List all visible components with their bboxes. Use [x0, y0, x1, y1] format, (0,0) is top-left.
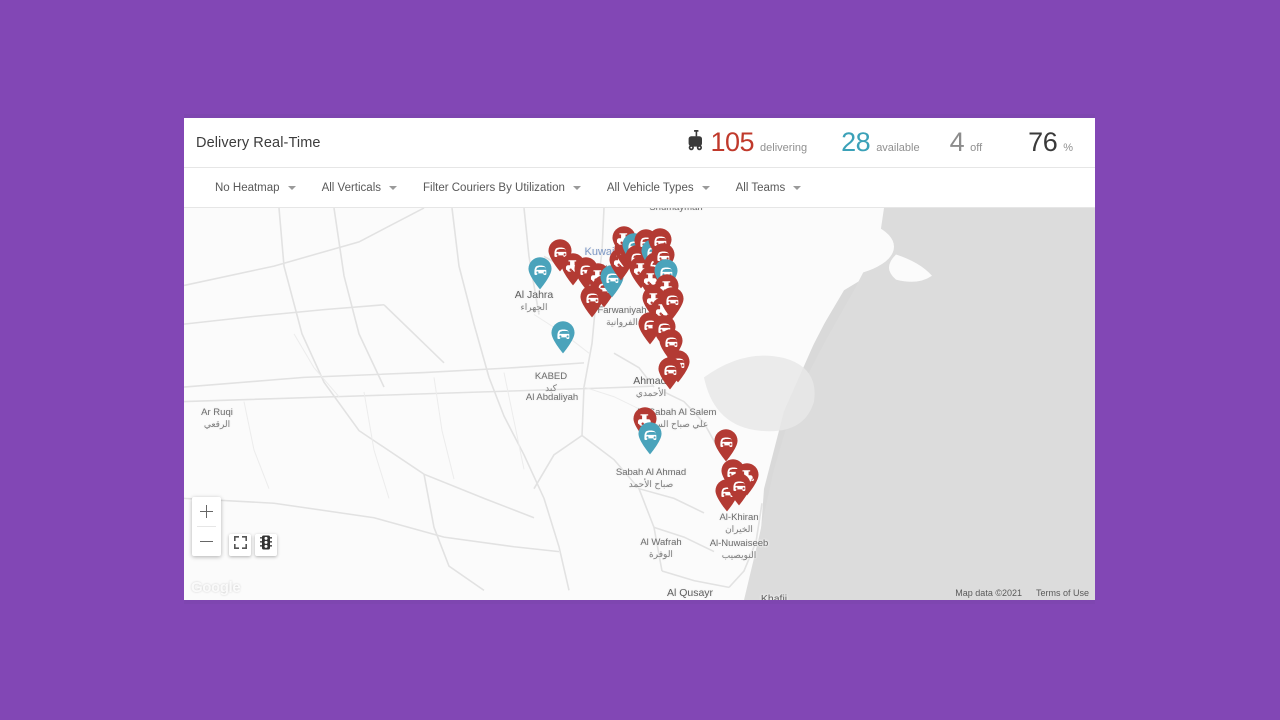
page-title: Delivery Real-Time — [196, 134, 321, 151]
zoom-out-button[interactable] — [192, 527, 221, 556]
terms-of-use-link[interactable]: Terms of Use — [1036, 588, 1089, 598]
chevron-down-icon — [701, 185, 710, 190]
map-attribution: Map data ©2021 Terms of Use — [955, 588, 1089, 598]
stat-delivering-value: 105 — [710, 127, 755, 157]
stat-available: 28 available — [841, 127, 919, 158]
stat-off-label: off — [970, 142, 983, 154]
chevron-down-icon — [287, 185, 296, 190]
filter-verticals-label: All Verticals — [321, 181, 381, 194]
stat-delivering-label: delivering — [760, 142, 808, 154]
filter-vehicle-types[interactable]: All Vehicle Types — [607, 182, 710, 194]
stat-available-label: available — [876, 142, 920, 154]
zoom-controls — [192, 497, 221, 556]
filter-verticals[interactable]: All Verticals — [322, 182, 397, 194]
filter-utilization[interactable]: Filter Couriers By Utilization — [423, 182, 581, 194]
stats-summary: 105 delivering 28 available 4 off 76 % — [688, 127, 1083, 158]
fullscreen-icon — [233, 536, 247, 554]
stat-percent-value: 76 — [1028, 127, 1058, 157]
chevron-down-icon — [793, 185, 802, 190]
app-window: Delivery Real-Time 105 delivering 28 ava… — [184, 114, 1095, 604]
fullscreen-button[interactable] — [229, 534, 251, 556]
filter-heatmap-label: No Heatmap — [215, 181, 280, 194]
filter-bar: No Heatmap All Verticals Filter Couriers… — [184, 168, 1095, 208]
stat-off: 4 off — [950, 127, 983, 158]
stat-off-value: 4 — [949, 127, 965, 157]
map-data-copyright: Map data ©2021 — [955, 588, 1022, 598]
stat-available-value: 28 — [841, 127, 871, 157]
chevron-down-icon — [572, 185, 581, 190]
traffic-light-icon — [260, 535, 272, 555]
chevron-down-icon — [389, 185, 397, 190]
filter-heatmap[interactable]: No Heatmap — [215, 182, 296, 194]
courier-pin[interactable] — [713, 428, 739, 462]
scooter-icon — [688, 129, 703, 156]
courier-pin[interactable] — [657, 356, 683, 390]
app-header: Delivery Real-Time 105 delivering 28 ava… — [184, 118, 1095, 168]
map-canvas[interactable]: ShumaymanKuwait CityالكويتAl Jahraالجهرا… — [184, 208, 1095, 600]
zoom-in-button[interactable] — [192, 497, 221, 526]
stat-delivering: 105 delivering — [710, 127, 807, 158]
stat-percent: 76 % — [1028, 127, 1073, 158]
courier-pin[interactable] — [637, 421, 663, 455]
filter-teams-label: All Teams — [735, 181, 786, 194]
traffic-button[interactable] — [255, 534, 277, 556]
filter-teams[interactable]: All Teams — [736, 182, 802, 194]
filter-vehicle-types-label: All Vehicle Types — [606, 181, 694, 194]
filter-utilization-label: Filter Couriers By Utilization — [423, 181, 565, 194]
courier-pin[interactable] — [726, 472, 752, 506]
stat-percent-label: % — [1063, 142, 1073, 154]
courier-pin[interactable] — [550, 320, 576, 354]
